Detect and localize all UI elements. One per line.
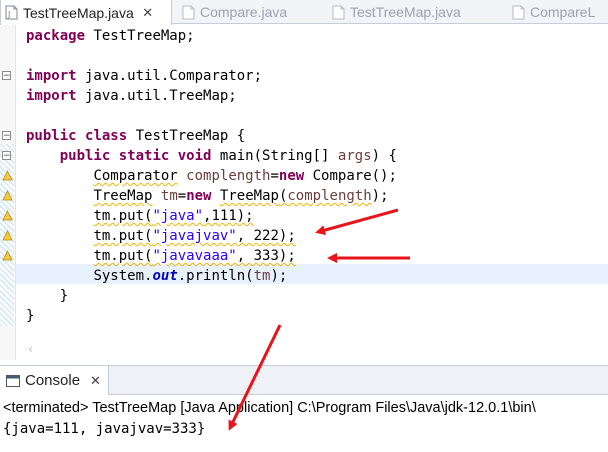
java-file-icon (332, 5, 345, 19)
horizontal-scrollbar[interactable]: ‹ (16, 340, 608, 358)
console-tab-label: Console (25, 372, 81, 389)
code-line-11: tm.put("javajvav", 222); (93, 228, 296, 244)
code-line-7: public static void main(String[] args) { (59, 148, 397, 164)
warning-icon[interactable] (2, 170, 13, 181)
console-icon (6, 374, 20, 387)
code-line-10: tm.put("java",111); (93, 208, 254, 224)
svg-text:J: J (7, 10, 10, 19)
tab-compare-java[interactable]: Compare.java (178, 0, 287, 24)
code-line-14: } (26, 288, 69, 304)
source-code: package TestTreeMap; import java.util.Co… (26, 24, 608, 324)
console-output: {java=111, javajvav=333} (3, 421, 206, 437)
fold-toggle-icon[interactable]: − (2, 71, 11, 81)
code-line-4: import java.util.TreeMap; (26, 88, 237, 104)
warning-icon[interactable] (2, 190, 13, 201)
tab-testtreemap-java-2[interactable]: TestTreeMap.java (328, 0, 461, 24)
tab-label: TestTreeMap.java (350, 4, 461, 20)
code-editor[interactable]: − − − package TestTreeMap; import java.u… (0, 24, 608, 360)
code-line-3: import java.util.Comparator; (26, 68, 263, 84)
code-line-12: tm.put("javavaaa", 333); (93, 248, 296, 264)
editor-tab-bar: J TestTreeMap.java ✕ Compare.java TestTr… (0, 0, 608, 25)
tab-console[interactable]: Console ✕ (0, 366, 109, 395)
code-line-9: TreeMap tm=new TreeMap(complength); (93, 188, 389, 204)
java-file-icon (512, 5, 525, 19)
code-line-15: } (26, 308, 35, 324)
code-line-1: package TestTreeMap; (26, 28, 195, 44)
tab-label: TestTreeMap.java (23, 4, 134, 21)
tab-testtreemap-java[interactable]: J TestTreeMap.java ✕ (0, 0, 172, 25)
code-line-6: public class TestTreeMap { (26, 128, 246, 144)
tab-comparel[interactable]: CompareL (508, 0, 595, 24)
tab-label: CompareL (530, 4, 596, 20)
warning-icon[interactable] (2, 210, 13, 221)
scroll-left-icon[interactable]: ‹ (28, 340, 33, 358)
fold-toggle-icon[interactable]: − (2, 151, 11, 161)
console-tab-bar: Console ✕ (0, 365, 608, 395)
tab-label: Compare.java (200, 4, 288, 20)
warning-icon[interactable] (2, 230, 13, 241)
java-file-icon: J (5, 5, 18, 20)
code-line-13: System.out.println(tm); (93, 268, 288, 284)
fold-toggle-icon[interactable]: − (2, 131, 11, 141)
java-file-icon (182, 5, 195, 19)
close-tab-icon[interactable]: ✕ (142, 5, 154, 21)
warning-icon[interactable] (2, 250, 13, 261)
code-line-8: Comparator complength=new Compare(); (93, 168, 397, 184)
close-console-icon[interactable]: ✕ (90, 373, 101, 389)
console-status: <terminated> TestTreeMap [Java Applicati… (3, 400, 536, 416)
